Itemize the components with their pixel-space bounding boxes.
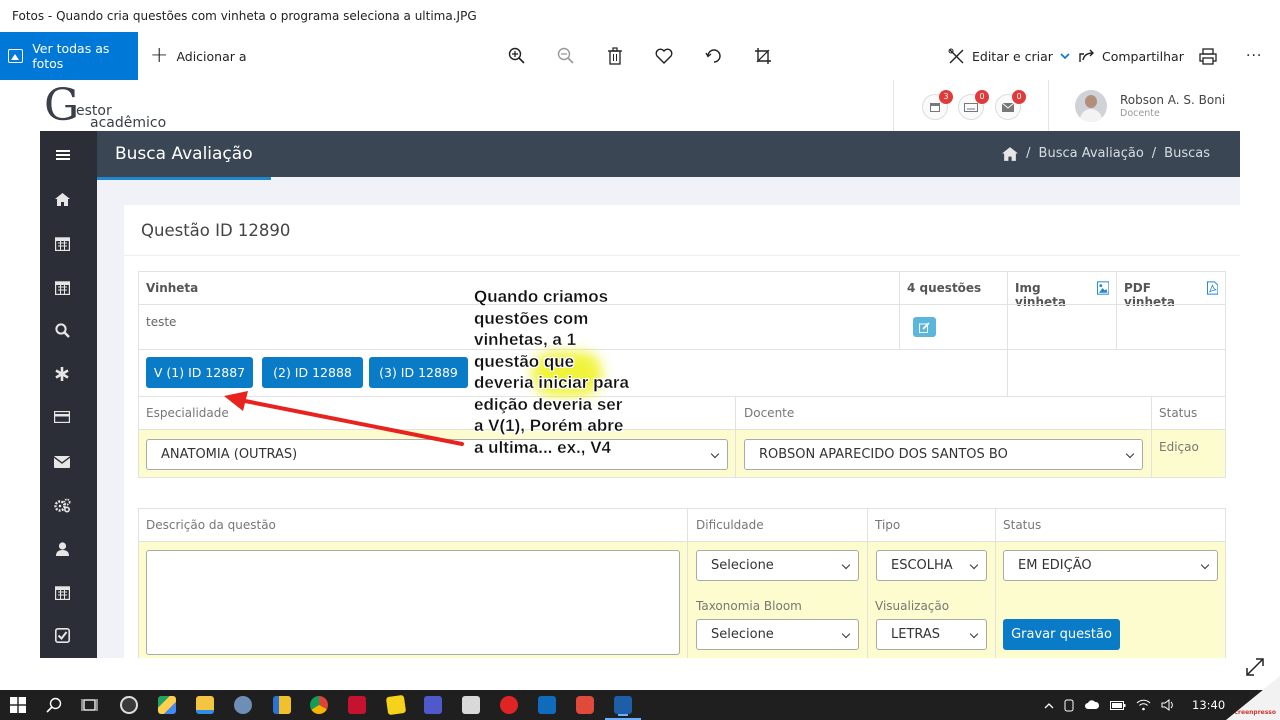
annotation-arrow xyxy=(224,391,464,446)
windows-taskbar: 13:40 xyxy=(0,690,1280,720)
chrome-icon[interactable] xyxy=(310,696,328,714)
teams-icon[interactable] xyxy=(424,696,442,714)
windows-start-icon[interactable] xyxy=(10,697,26,713)
sticky-notes-icon[interactable] xyxy=(385,694,407,716)
documents-app-icon[interactable] xyxy=(273,696,291,714)
media-player-icon[interactable] xyxy=(500,696,518,714)
wifi-icon[interactable] xyxy=(1136,699,1151,711)
battery-icon[interactable] xyxy=(1110,700,1126,710)
search-icon[interactable] xyxy=(46,697,62,713)
expand-icon[interactable] xyxy=(1244,656,1266,678)
photos-app-icon[interactable] xyxy=(614,696,632,714)
task-view-icon[interactable] xyxy=(81,697,98,713)
cloud-icon[interactable] xyxy=(1084,700,1100,710)
app-icon[interactable] xyxy=(462,696,480,714)
taskbar-clock[interactable]: 13:40 xyxy=(1192,698,1225,712)
photo-viewer-bottom xyxy=(0,658,1280,690)
network-app-icon[interactable] xyxy=(234,696,252,714)
device-icon[interactable] xyxy=(1064,699,1074,712)
chevron-up-icon[interactable] xyxy=(1044,702,1054,709)
clock-app-icon[interactable] xyxy=(120,696,138,714)
screenpresso-app-icon[interactable] xyxy=(576,696,594,714)
outlook-icon[interactable] xyxy=(538,696,556,714)
file-explorer-icon[interactable] xyxy=(196,696,214,714)
annotation-text: Quando criamos questões com vinhetas, a … xyxy=(474,287,629,457)
mendeley-icon[interactable] xyxy=(348,696,366,714)
volume-icon[interactable] xyxy=(1161,699,1176,711)
system-tray xyxy=(1044,690,1176,720)
google-drive-icon[interactable] xyxy=(158,696,176,714)
